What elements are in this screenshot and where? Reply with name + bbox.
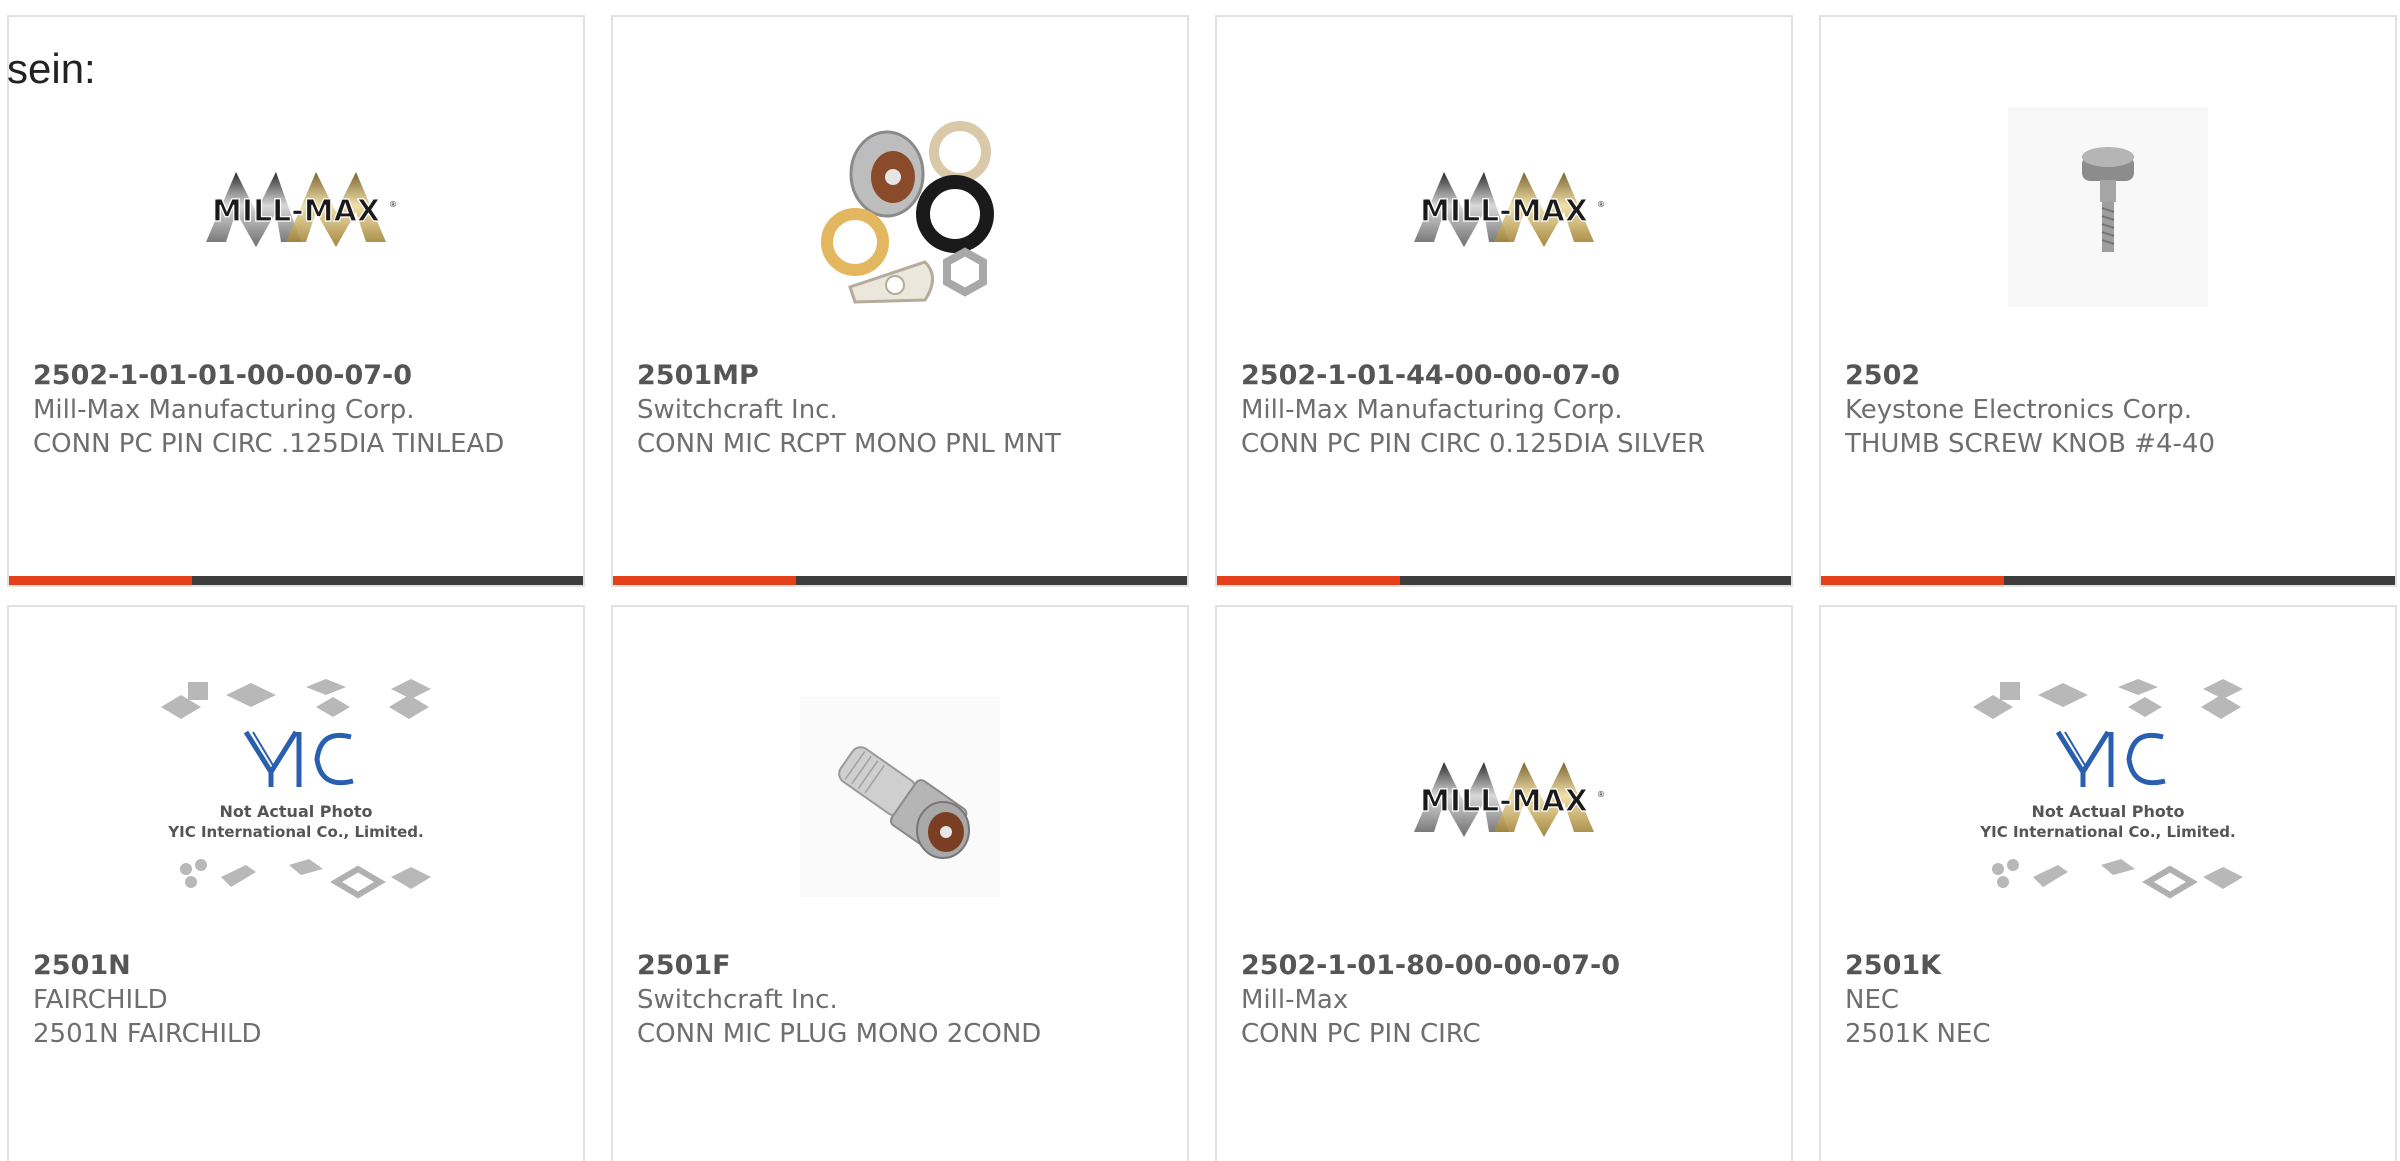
product-image[interactable]: MILL-MAX ® xyxy=(1217,667,1791,927)
svg-text:Not Actual Photo: Not Actual Photo xyxy=(219,802,372,821)
product-card[interactable]: MILL-MAX ® 2502-1-01-01-00-00-07-0 Mill-… xyxy=(7,15,585,587)
product-card[interactable]: Not Actual Photo YIC International Co., … xyxy=(7,605,585,1161)
card-footer-accent xyxy=(1821,576,2004,585)
card-footer-bar xyxy=(613,576,1187,585)
product-card[interactable]: 2501F Switchcraft Inc. CONN MIC PLUG MON… xyxy=(611,605,1189,1161)
part-number[interactable]: 2501F xyxy=(637,949,1163,983)
part-number[interactable]: 2502 xyxy=(1845,359,2371,393)
millmax-logo-icon: MILL-MAX ® xyxy=(206,172,397,247)
description: THUMB SCREW KNOB #4-40 xyxy=(1845,429,2215,459)
manufacturer: Keystone Electronics Corp. xyxy=(1845,395,2193,425)
product-info: 2501K NEC 2501K NEC xyxy=(1845,949,2371,1051)
product-info: 2502 Keystone Electronics Corp. THUMB SC… xyxy=(1845,359,2371,461)
svg-text:®: ® xyxy=(389,200,397,209)
description: CONN PC PIN CIRC .125DIA TINLEAD xyxy=(33,429,505,459)
card-footer-bar xyxy=(1217,576,1791,585)
manufacturer: Mill-Max Manufacturing Corp. xyxy=(33,395,415,425)
mic-receptacle-icon xyxy=(821,121,994,304)
manufacturer: Mill-Max Manufacturing Corp. xyxy=(1241,395,1623,425)
product-image[interactable] xyxy=(1821,77,2395,337)
card-footer-bar xyxy=(1821,576,2395,585)
yic-placeholder-icon: Not Actual Photo YIC International Co., … xyxy=(1973,679,2243,899)
product-image[interactable]: Not Actual Photo YIC International Co., … xyxy=(1821,667,2395,927)
product-image[interactable] xyxy=(613,77,1187,337)
description: CONN PC PIN CIRC xyxy=(1241,1019,1481,1049)
product-info: 2502-1-01-44-00-00-07-0 Mill-Max Manufac… xyxy=(1241,359,1767,461)
manufacturer: FAIRCHILD xyxy=(33,985,168,1015)
svg-text:®: ® xyxy=(1597,790,1605,799)
description: CONN PC PIN CIRC 0.125DIA SILVER xyxy=(1241,429,1706,459)
part-number[interactable]: 2501N xyxy=(33,949,559,983)
product-info: 2502-1-01-01-00-00-07-0 Mill-Max Manufac… xyxy=(33,359,559,461)
svg-text:Not Actual Photo: Not Actual Photo xyxy=(2031,802,2184,821)
product-card[interactable]: MILL-MAX ® 2502-1-01-44-00-00-07-0 Mill-… xyxy=(1215,15,1793,587)
svg-text:MILL-MAX: MILL-MAX xyxy=(212,194,380,229)
svg-text:YIC International Co., Limited: YIC International Co., Limited. xyxy=(167,823,423,841)
thumb-screw-icon xyxy=(2008,107,2208,307)
part-number[interactable]: 2502-1-01-80-00-00-07-0 xyxy=(1241,949,1767,983)
millmax-logo-icon: MILL-MAX ® xyxy=(1414,172,1605,247)
product-card[interactable]: Not Actual Photo YIC International Co., … xyxy=(1819,605,2397,1161)
description: 2501K NEC xyxy=(1845,1019,1991,1049)
product-info: 2501N FAIRCHILD 2501N FAIRCHILD xyxy=(33,949,559,1051)
svg-text:MILL-MAX: MILL-MAX xyxy=(1420,784,1588,819)
manufacturer: Mill-Max xyxy=(1241,985,1349,1015)
product-card[interactable]: 2502 Keystone Electronics Corp. THUMB SC… xyxy=(1819,15,2397,587)
product-info: 2501MP Switchcraft Inc. CONN MIC RCPT MO… xyxy=(637,359,1163,461)
product-image[interactable]: MILL-MAX ® xyxy=(9,77,583,337)
product-info: 2502-1-01-80-00-00-07-0 Mill-Max CONN PC… xyxy=(1241,949,1767,1051)
description: CONN MIC RCPT MONO PNL MNT xyxy=(637,429,1061,459)
part-number[interactable]: 2501MP xyxy=(637,359,1163,393)
description: CONN MIC PLUG MONO 2COND xyxy=(637,1019,1042,1049)
manufacturer: Switchcraft Inc. xyxy=(637,395,838,425)
part-number[interactable]: 2502-1-01-44-00-00-07-0 xyxy=(1241,359,1767,393)
mic-plug-icon xyxy=(800,697,1000,897)
card-footer-accent xyxy=(1217,576,1400,585)
part-number[interactable]: 2501K xyxy=(1845,949,2371,983)
product-card[interactable]: 2501MP Switchcraft Inc. CONN MIC RCPT MO… xyxy=(611,15,1189,587)
svg-text:YIC International Co., Limited: YIC International Co., Limited. xyxy=(1979,823,2235,841)
manufacturer: Switchcraft Inc. xyxy=(637,985,838,1015)
card-footer-accent xyxy=(9,576,192,585)
millmax-logo-icon: MILL-MAX ® xyxy=(1414,762,1605,837)
description: 2501N FAIRCHILD xyxy=(33,1019,262,1049)
svg-text:MILL-MAX: MILL-MAX xyxy=(1420,194,1588,229)
card-footer-bar xyxy=(9,576,583,585)
product-grid-page: MILL-MAX ® 2502-1-01-01-00-00-07-0 Mill-… xyxy=(0,0,2400,1161)
yic-placeholder-icon: Not Actual Photo YIC International Co., … xyxy=(161,679,431,899)
product-image[interactable]: Not Actual Photo YIC International Co., … xyxy=(9,667,583,927)
part-number[interactable]: 2502-1-01-01-00-00-07-0 xyxy=(33,359,559,393)
manufacturer: NEC xyxy=(1845,985,1900,1015)
corner-label: sein: xyxy=(7,45,96,92)
svg-text:®: ® xyxy=(1597,200,1605,209)
product-info: 2501F Switchcraft Inc. CONN MIC PLUG MON… xyxy=(637,949,1163,1051)
product-image[interactable] xyxy=(613,667,1187,927)
product-image[interactable]: MILL-MAX ® xyxy=(1217,77,1791,337)
product-card[interactable]: MILL-MAX ® 2502-1-01-80-00-00-07-0 Mill-… xyxy=(1215,605,1793,1161)
card-footer-accent xyxy=(613,576,796,585)
